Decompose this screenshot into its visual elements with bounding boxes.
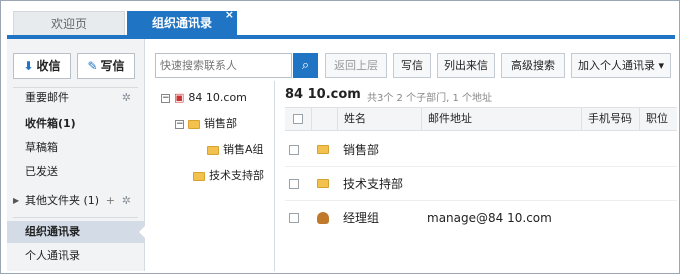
close-icon[interactable]: × (225, 3, 234, 27)
tree-node-label: 销售A组 (223, 143, 264, 156)
write-label: 写信 (100, 59, 125, 73)
org-tree: − ▣ 84 10.com − 销售部 销售A组 技术支持部 (151, 81, 275, 271)
sidebar: ⬇ 收信 ✎ 写信 重要邮件 ✲ 收件箱(1) 草稿箱 已发送 ▶ 其他文件夹 (1) +… (7, 39, 146, 271)
app-window: 欢迎页 组织通讯录 × ⬇ 收信 ✎ 写信 重要邮件 ✲ 收件箱(1) 草稿箱 已发送… (0, 0, 680, 274)
domain-prefix: 84 (285, 87, 304, 102)
select-all-checkbox[interactable] (293, 114, 303, 124)
write-mail-button[interactable]: 写信 (393, 53, 431, 78)
row-name[interactable]: 经理组 (343, 210, 379, 226)
sidebar-item-label: 个人通讯录 (25, 249, 80, 262)
search-button[interactable]: ⌕ (293, 53, 318, 78)
table-header: 姓名 邮件地址 手机号码 职位 (285, 107, 677, 131)
tab-org-contacts-label: 组织通讯录 (151, 16, 212, 30)
tree-node-sales-a[interactable]: 销售A组 (207, 141, 264, 159)
row-name[interactable]: 技术支持部 (343, 176, 403, 192)
sidebar-item-label: 重要邮件 (25, 91, 69, 104)
gear-icon[interactable]: ✲ (122, 190, 131, 212)
row-email-suffix: 10.com (507, 211, 552, 225)
tab-welcome[interactable]: 欢迎页 (13, 11, 125, 35)
sidebar-item-drafts[interactable]: 草稿箱 (7, 137, 145, 159)
domain-suffix: 10.com (307, 87, 361, 102)
advanced-search-button[interactable]: 高级搜索 (501, 53, 565, 78)
row-checkbox[interactable] (289, 213, 299, 223)
sidebar-item-label: 已发送 (25, 165, 58, 178)
gear-icon[interactable]: ✲ (122, 87, 131, 109)
row-email[interactable]: manage@84 10.com (427, 210, 552, 226)
domain-title: 84 10.com (285, 87, 361, 102)
org-icon: ▣ (174, 91, 185, 104)
folder-icon (188, 119, 200, 129)
tree-node-tech-support[interactable]: 技术支持部 (193, 167, 264, 185)
table-row[interactable]: 销售部 (285, 133, 677, 167)
tree-node-label: 销售部 (204, 117, 237, 130)
add-icon[interactable]: + (106, 190, 115, 212)
tree-root[interactable]: − ▣ 84 10.com (161, 89, 247, 107)
download-icon: ⬇ (23, 59, 34, 73)
collapse-icon[interactable]: − (175, 119, 184, 129)
add-personal-contacts-button[interactable]: 加入个人通讯录 ▾ (571, 53, 671, 78)
sidebar-item-other-folders[interactable]: ▶ 其他文件夹 (1) + ✲ (7, 190, 145, 212)
tree-node-label: 技术支持部 (209, 169, 264, 182)
list-mail-button[interactable]: 列出来信 (437, 53, 495, 78)
tab-org-contacts[interactable]: 组织通讯录 × (127, 8, 237, 35)
receive-label: 收信 (36, 59, 61, 73)
compose-icon: ✎ (87, 59, 98, 73)
sidebar-item-label: 组织通讯录 (25, 225, 80, 238)
toolbar: ⌕ 返回上层 写信 列出来信 高级搜索 加入个人通讯录 ▾ (151, 49, 677, 78)
sidebar-item-label: 草稿箱 (25, 141, 58, 154)
expand-icon[interactable]: ▶ (13, 190, 19, 212)
collapse-icon[interactable]: − (161, 93, 170, 103)
column-icon (311, 108, 337, 130)
person-icon (317, 212, 329, 224)
tab-welcome-label: 欢迎页 (50, 17, 87, 31)
sidebar-item-sent[interactable]: 已发送 (7, 161, 145, 183)
folder-icon (193, 171, 205, 181)
table-row[interactable]: 技术支持部 (285, 167, 677, 201)
sidebar-item-label: 收件箱(1) (25, 117, 76, 130)
search-icon: ⌕ (301, 58, 310, 73)
tree-root-label-suffix: 10.com (205, 91, 247, 104)
table-row[interactable]: 经理组 manage@84 10.com (285, 201, 677, 235)
sidebar-item-important[interactable]: 重要邮件 ✲ (7, 87, 145, 109)
column-position[interactable]: 职位 (639, 108, 677, 130)
write-button[interactable]: ✎ 写信 (77, 53, 135, 79)
row-checkbox[interactable] (289, 145, 299, 155)
folder-icon (317, 179, 329, 188)
folder-icon (207, 145, 219, 155)
tree-node-sales[interactable]: − 销售部 (175, 115, 237, 133)
receive-button[interactable]: ⬇ 收信 (13, 53, 71, 79)
sidebar-item-inbox[interactable]: 收件箱(1) (7, 113, 145, 135)
row-checkbox[interactable] (289, 179, 299, 189)
column-name[interactable]: 姓名 (337, 108, 421, 130)
summary-text: 共3个 2 个子部门, 1 个地址 (367, 93, 492, 104)
tab-bar: 欢迎页 组织通讯录 × (1, 1, 679, 39)
back-button[interactable]: 返回上层 (325, 53, 387, 78)
folder-icon (317, 145, 329, 154)
contact-list-panel: 84 10.com 共3个 2 个子部门, 1 个地址 姓名 邮件地址 手机号码… (279, 81, 677, 271)
divider (13, 217, 138, 218)
row-email-prefix: manage@84 (427, 211, 504, 225)
row-name[interactable]: 销售部 (343, 142, 379, 158)
sidebar-item-label: 其他文件夹 (1) (25, 194, 100, 207)
sidebar-item-org-contacts[interactable]: 组织通讯录 (7, 221, 146, 243)
column-email[interactable]: 邮件地址 (421, 108, 581, 130)
sidebar-item-personal-contacts[interactable]: 个人通讯录 (7, 245, 145, 267)
search-input[interactable] (155, 53, 292, 78)
column-mobile[interactable]: 手机号码 (581, 108, 639, 130)
tree-root-label-prefix: 84 (188, 91, 203, 104)
